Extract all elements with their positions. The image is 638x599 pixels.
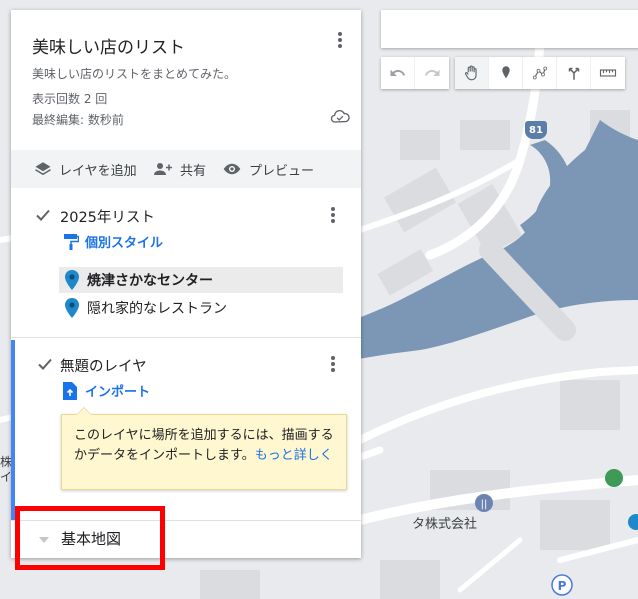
place-name: 隠れ家的なレストラン [87,301,227,317]
layers-icon [35,162,51,176]
directions-icon [568,67,579,80]
highlight-box [15,506,165,570]
empty-layer-tooltip: このレイヤに場所を追加するには、描画するかデータをインポートします。もっと詳しく [61,407,347,490]
pan-hand-icon [464,65,477,81]
layer-visibility-checkbox[interactable] [35,207,51,223]
add-person-icon [154,163,172,175]
more-vert-icon [338,38,342,42]
eye-icon [223,163,241,175]
cloud-saved-icon [330,110,350,123]
redo-button[interactable] [415,57,449,89]
route-shield: 81 [525,121,547,139]
map-description[interactable]: 美味しい店のリストをまとめてみた。 [32,65,236,82]
ruler-icon [599,69,617,77]
paint-roller-icon [64,233,79,250]
place-pin-icon [65,298,79,318]
layer-visibility-checkbox[interactable] [37,356,53,372]
place-item-yaizu[interactable]: 焼津さかなセンター [59,267,343,293]
layer-options-button[interactable] [323,353,343,375]
place-item-hidden-restaurant[interactable]: 隠れ家的なレストラン [59,295,343,321]
last-edited: 最終編集: 数秒前 [32,113,124,127]
add-layer-button[interactable]: レイヤを追加 [33,150,137,188]
undo-button[interactable] [381,57,415,89]
individual-style-link[interactable]: 個別スタイル [63,232,163,251]
learn-more-link[interactable]: もっと詳しく [255,448,333,463]
add-layer-label: レイヤを追加 [59,163,137,179]
more-vert-icon [331,362,335,366]
share-label: 共有 [180,163,207,179]
ruler-button[interactable] [591,57,625,89]
draw-line-button[interactable] [523,57,557,89]
draw-line-icon [532,66,547,80]
map-company-label: タ株式会社 [412,517,478,532]
undo-icon [390,69,405,76]
panel-header: 美味しい店のリスト 美味しい店のリストをまとめてみた。 表示回数 2 回 最終編… [11,10,361,150]
share-button[interactable]: 共有 [152,150,206,188]
preview-label: プレビュー [249,163,315,179]
action-bar: レイヤを追加 共有 プレビュー [11,150,361,188]
import-label: インポート [85,385,151,400]
map-title[interactable]: 美味しい店のリスト [32,33,185,58]
directions-button[interactable] [557,57,591,89]
place-pin-icon [65,270,79,290]
layer-2025-list: 2025年リスト 個別スタイル 焼津さかなセンター 隠れ家的なレストラン [11,190,361,338]
redo-icon [424,69,440,76]
svg-text:||: || [481,499,488,510]
map-toolbar [381,57,631,89]
upload-file-icon [63,381,77,400]
map-legend-panel: 美味しい店のリスト 美味しい店のリストをまとめてみた。 表示回数 2 回 最終編… [11,10,361,558]
layer-name[interactable]: 2025年リスト [60,206,155,227]
pan-button[interactable] [455,57,489,89]
more-vert-icon [331,213,335,217]
place-name: 焼津さかなセンター [87,273,213,289]
search-box[interactable] [381,10,638,48]
layer-untitled: 無題のレイヤ インポート このレイヤに場所を追加するには、描画するかデータをイン… [11,340,361,520]
map-options-button[interactable] [330,29,350,51]
import-link[interactable]: インポート [63,381,150,400]
layer-name[interactable]: 無題のレイヤ [60,355,147,376]
view-count: 表示回数 2 回 [32,92,108,106]
add-marker-button[interactable] [489,57,523,89]
svg-text:P: P [558,579,567,593]
add-marker-icon [501,66,510,79]
preview-button[interactable]: プレビュー [221,150,314,188]
layer-options-button[interactable] [323,204,343,226]
individual-style-label: 個別スタイル [85,236,164,251]
